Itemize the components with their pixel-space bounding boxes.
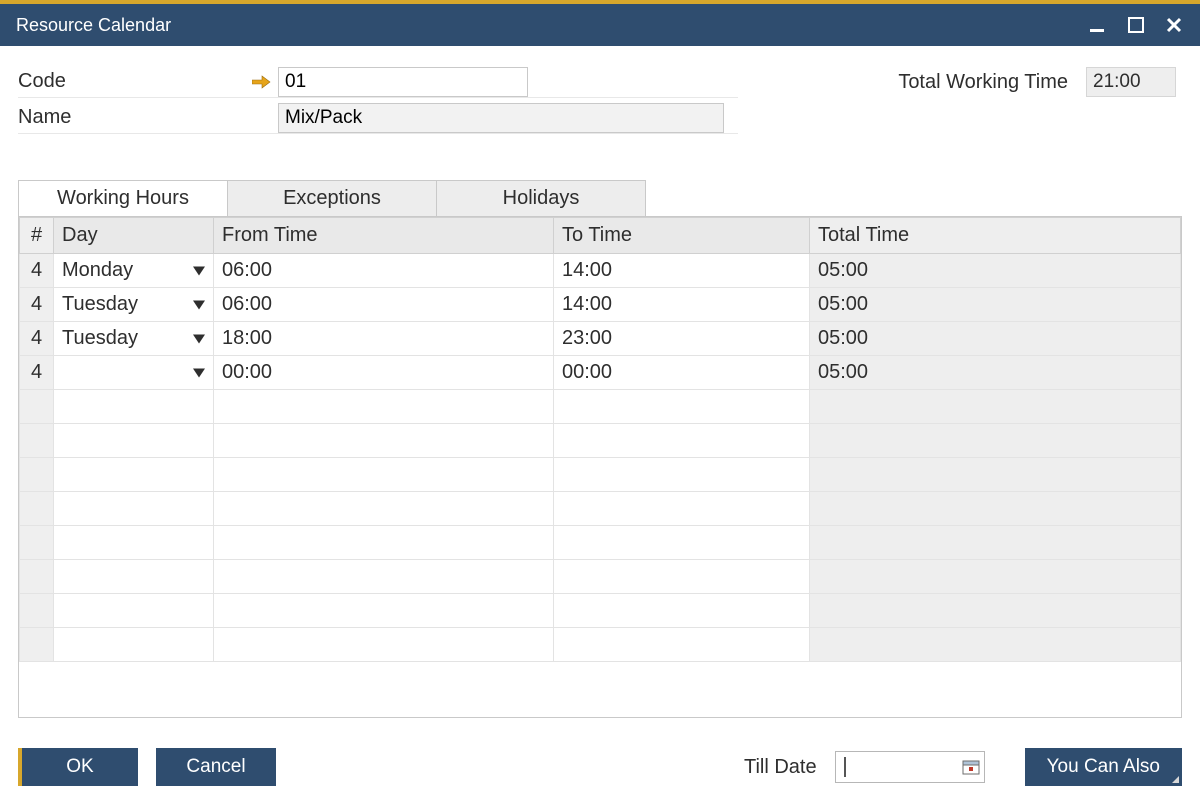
table-row[interactable]: 4Tuesday06:0014:0005:00	[20, 288, 1181, 322]
to-cell[interactable]: 00:00	[554, 356, 810, 390]
day-cell[interactable]: Tuesday	[54, 288, 214, 322]
table-row[interactable]	[20, 628, 1181, 662]
chevron-down-icon[interactable]	[193, 361, 205, 384]
total-cell: 05:00	[810, 356, 1181, 390]
code-input[interactable]	[278, 67, 528, 97]
chevron-down-icon[interactable]	[193, 259, 205, 282]
col-day: Day	[54, 218, 214, 254]
total-working-time-value: 21:00	[1086, 67, 1176, 97]
tab-working-hours[interactable]: Working Hours	[18, 180, 228, 216]
till-date-label: Till Date	[744, 756, 817, 779]
total-cell: 05:00	[810, 254, 1181, 288]
close-icon[interactable]	[1164, 15, 1184, 35]
table-row[interactable]: 4Monday06:0014:0005:00	[20, 254, 1181, 288]
tab-exceptions[interactable]: Exceptions	[227, 180, 437, 216]
row-num: 4	[20, 288, 54, 322]
row-num: 4	[20, 254, 54, 288]
day-cell[interactable]: Monday	[54, 254, 214, 288]
from-cell[interactable]: 18:00	[214, 322, 554, 356]
to-cell[interactable]: 14:00	[554, 254, 810, 288]
titlebar: Resource Calendar	[0, 4, 1200, 46]
code-label: Code	[18, 70, 66, 93]
to-cell[interactable]: 14:00	[554, 288, 810, 322]
maximize-icon[interactable]	[1126, 15, 1146, 35]
tabstrip: Working Hours Exceptions Holidays	[18, 180, 1182, 216]
row-num: 4	[20, 322, 54, 356]
chevron-down-icon[interactable]	[193, 327, 205, 350]
name-input[interactable]	[278, 103, 724, 133]
from-cell[interactable]: 06:00	[214, 254, 554, 288]
minimize-icon[interactable]	[1088, 15, 1108, 35]
to-cell[interactable]: 23:00	[554, 322, 810, 356]
from-cell[interactable]: 06:00	[214, 288, 554, 322]
table-row[interactable]: 4Tuesday18:0023:0005:00	[20, 322, 1181, 356]
table-row[interactable]	[20, 560, 1181, 594]
day-cell[interactable]	[54, 356, 214, 390]
working-hours-grid: # Day From Time To Time Total Time 4Mond…	[19, 217, 1181, 662]
total-cell: 05:00	[810, 322, 1181, 356]
day-cell[interactable]: Tuesday	[54, 322, 214, 356]
table-row[interactable]	[20, 492, 1181, 526]
col-to: To Time	[554, 218, 810, 254]
table-row[interactable]	[20, 526, 1181, 560]
calendar-icon[interactable]	[962, 758, 980, 776]
cancel-button[interactable]: Cancel	[156, 748, 276, 786]
table-row[interactable]	[20, 390, 1181, 424]
ok-button[interactable]: OK	[18, 748, 138, 786]
table-row[interactable]	[20, 594, 1181, 628]
chevron-down-icon[interactable]	[193, 293, 205, 316]
window-title: Resource Calendar	[16, 15, 171, 36]
arrow-right-icon[interactable]	[252, 73, 270, 91]
till-date-input[interactable]	[835, 751, 985, 783]
total-working-time-label: Total Working Time	[898, 71, 1068, 94]
col-from: From Time	[214, 218, 554, 254]
name-label: Name	[18, 106, 71, 128]
table-row[interactable]: 400:0000:0005:00	[20, 356, 1181, 390]
tab-holidays[interactable]: Holidays	[436, 180, 646, 216]
you-can-also-button[interactable]: You Can Also	[1025, 748, 1182, 786]
col-total: Total Time	[810, 218, 1181, 254]
table-row[interactable]	[20, 424, 1181, 458]
from-cell[interactable]: 00:00	[214, 356, 554, 390]
col-num: #	[20, 218, 54, 254]
table-row[interactable]	[20, 458, 1181, 492]
total-cell: 05:00	[810, 288, 1181, 322]
row-num: 4	[20, 356, 54, 390]
